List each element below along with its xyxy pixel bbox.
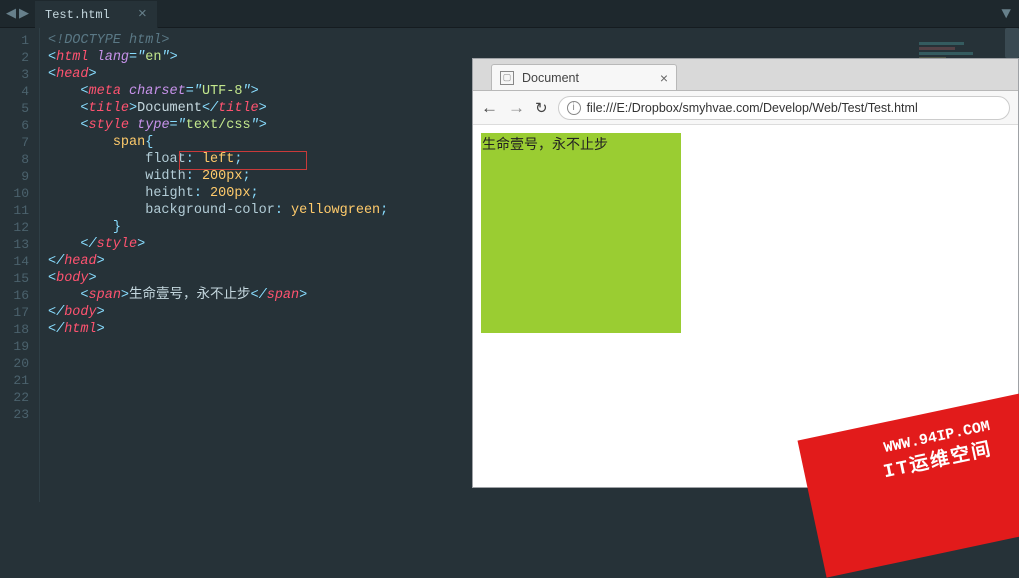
editor-nav-arrows: ◀ ▶ — [0, 0, 35, 27]
back-icon[interactable]: ← — [481, 98, 498, 118]
browser-tab-title: Document — [522, 71, 579, 85]
nav-back-icon[interactable]: ◀ — [6, 6, 16, 21]
nav-forward-icon[interactable]: ▶ — [19, 6, 29, 21]
url-bar[interactable]: i file:///E:/Dropbox/smyhvae.com/Develop… — [558, 96, 1010, 120]
editor-tab[interactable]: Test.html × — [35, 1, 158, 28]
browser-tabbar: ▢ Document × — [473, 59, 1018, 91]
tab-overflow-icon[interactable]: ▼ — [993, 0, 1019, 27]
rendered-span: 生命壹号，永不止步 — [481, 133, 681, 333]
url-text: file:///E:/Dropbox/smyhvae.com/Develop/W… — [587, 101, 918, 115]
close-icon[interactable]: × — [138, 6, 147, 23]
favicon-icon: ▢ — [500, 71, 514, 85]
reload-icon[interactable]: ↻ — [535, 99, 548, 117]
line-gutter: 1234567891011 121314151617181920212223 — [0, 28, 40, 502]
browser-toolbar: ← → ↻ i file:///E:/Dropbox/smyhvae.com/D… — [473, 91, 1018, 125]
close-icon[interactable]: × — [660, 70, 668, 86]
editor-tabs: ◀ ▶ Test.html × ▼ — [0, 0, 1019, 28]
info-icon[interactable]: i — [567, 101, 581, 115]
editor-tab-label: Test.html — [45, 8, 110, 22]
browser-tab[interactable]: ▢ Document × — [491, 64, 677, 90]
forward-icon[interactable]: → — [508, 98, 525, 118]
code-line: <!DOCTYPE html> — [48, 32, 1019, 49]
